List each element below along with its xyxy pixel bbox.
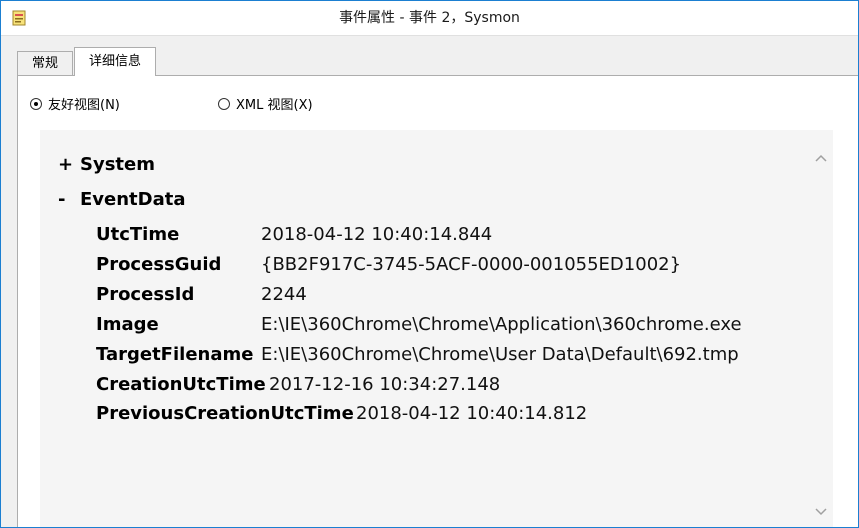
field-value: 2017-12-16 10:34:27.148	[269, 374, 501, 395]
field-value: 2018-04-12 10:40:14.812	[356, 403, 588, 424]
tree-node-label: System	[80, 154, 155, 175]
tree-node-system[interactable]: + System	[58, 152, 155, 178]
xml-view-radio[interactable]: XML 视图(X)	[218, 94, 313, 114]
tree-node-eventdata[interactable]: - EventData	[58, 187, 186, 213]
tree-node-label: EventData	[80, 189, 186, 210]
radio-unchecked-icon[interactable]	[218, 97, 230, 110]
field-name: CreationUtcTime	[96, 374, 266, 395]
friendly-view-label: 友好视图(N)	[48, 98, 120, 113]
expand-toggle[interactable]: +	[58, 152, 80, 178]
field-value: 2244	[261, 284, 307, 305]
window-title: 事件属性 - 事件 2，Sysmon	[339, 10, 520, 26]
scroll-up-icon[interactable]	[813, 150, 829, 166]
event-data-view[interactable]: + System - EventData UtcTime 2018-04-12 10…	[40, 130, 833, 527]
scroll-down-icon[interactable]	[813, 504, 829, 520]
field-value: E:\IE\360Chrome\Chrome\Application\360ch…	[261, 314, 742, 335]
radio-checked-icon[interactable]	[30, 97, 42, 110]
field-name: TargetFilename	[96, 344, 254, 365]
field-value: E:\IE\360Chrome\Chrome\User Data\Default…	[261, 344, 739, 365]
event-properties-window: 事件属性 - 事件 2，Sysmon 常规 详细信息 友好视图(N) XML 视…	[0, 0, 859, 528]
friendly-view-radio[interactable]: 友好视图(N)	[30, 94, 120, 114]
field-value: {BB2F917C-3745-5ACF-0000-001055ED1002}	[261, 254, 682, 275]
tab-details[interactable]: 详细信息	[74, 47, 156, 76]
field-name: PreviousCreationUtcTime	[96, 403, 354, 424]
details-tab-panel: 友好视图(N) XML 视图(X) + System - EventData Utc…	[17, 75, 858, 527]
xml-view-label: XML 视图(X)	[236, 98, 313, 113]
field-value: 2018-04-12 10:40:14.844	[261, 224, 493, 245]
collapse-toggle[interactable]: -	[58, 187, 80, 213]
field-name: Image	[96, 314, 159, 335]
field-name: ProcessId	[96, 284, 195, 305]
field-name: ProcessGuid	[96, 254, 222, 275]
field-name: UtcTime	[96, 224, 180, 245]
title-bar[interactable]: 事件属性 - 事件 2，Sysmon	[1, 1, 858, 36]
tab-general[interactable]: 常规	[17, 51, 73, 75]
